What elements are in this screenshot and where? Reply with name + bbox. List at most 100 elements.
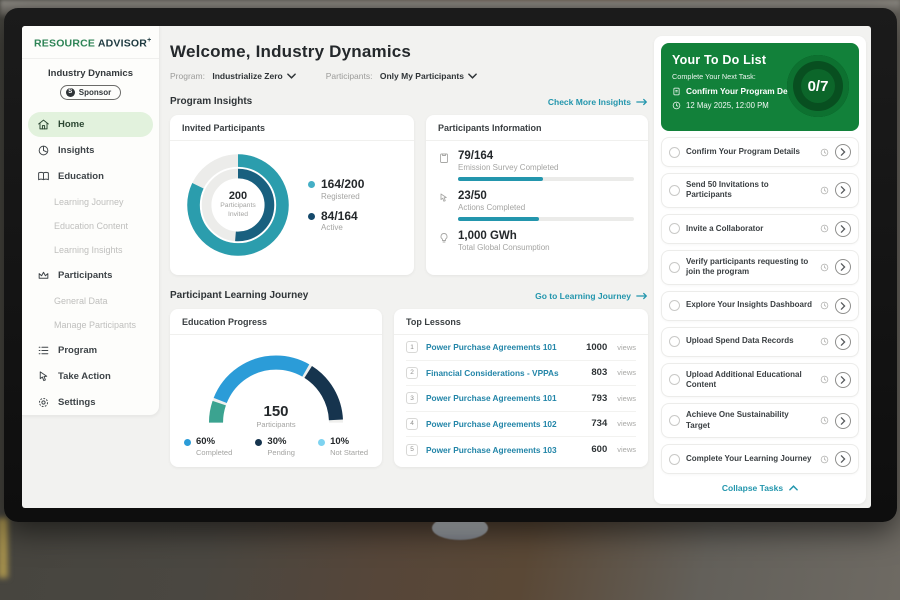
check-more-insights-link[interactable]: Check More Insights xyxy=(548,97,648,107)
chevron-down-icon xyxy=(287,73,296,79)
task-row[interactable]: Complete Your Learning Journey xyxy=(661,444,859,474)
task-checkbox[interactable] xyxy=(669,262,680,273)
sidebar-item-label: Participants xyxy=(58,270,112,281)
sidebar-item-settings[interactable]: Settings xyxy=(28,390,153,415)
registered-label: Registered xyxy=(321,192,364,201)
task-row[interactable]: Upload Additional Educational Content xyxy=(661,363,859,398)
lesson-title-link[interactable]: Power Purchase Agreements 101 xyxy=(426,342,578,352)
sidebar-item-label: Take Action xyxy=(58,371,111,382)
task-row[interactable]: Achieve One Sustainability Target xyxy=(661,403,859,438)
action-hand-icon xyxy=(438,192,450,204)
task-label: Complete Your Learning Journey xyxy=(686,454,814,464)
sidebar-item-label: Learning Journey xyxy=(54,197,124,207)
lesson-views: 734 xyxy=(591,418,607,429)
participants-information-card: Participants Information 79/164 Emission… xyxy=(426,115,648,275)
lesson-title-link[interactable]: Power Purchase Agreements 101 xyxy=(426,393,583,403)
card-title: Participants Information xyxy=(426,115,648,141)
task-row[interactable]: Send 50 Invitations to Participants xyxy=(661,173,859,208)
legend-not-started: 10% Not Started xyxy=(318,437,368,457)
sidebar-item-take-action[interactable]: Take Action xyxy=(28,364,153,389)
sidebar-item-label: General Data xyxy=(54,296,108,306)
legend-pending: 30% Pending xyxy=(255,437,295,457)
list-icon xyxy=(37,344,50,357)
todo-progress-ring: 0/7 xyxy=(787,55,849,117)
go-to-learning-journey-link[interactable]: Go to Learning Journey xyxy=(535,291,648,301)
lesson-title-link[interactable]: Financial Considerations - VPPAs xyxy=(426,368,583,378)
task-open-button[interactable] xyxy=(835,221,851,237)
insights-icon xyxy=(37,144,50,157)
sidebar: RESOURCE ADVISOR+ Industry Dynamics S Sp… xyxy=(22,26,160,416)
sponsor-badge[interactable]: S Sponsor xyxy=(60,85,121,100)
task-checkbox[interactable] xyxy=(669,336,680,347)
lesson-title-link[interactable]: Power Purchase Agreements 102 xyxy=(426,419,583,429)
chevron-right-icon xyxy=(840,455,846,463)
sidebar-item-manage-participants[interactable]: Manage Participants xyxy=(22,313,159,337)
task-checkbox[interactable] xyxy=(669,415,680,426)
task-checkbox[interactable] xyxy=(669,223,680,234)
sidebar-item-education[interactable]: Education xyxy=(28,164,153,189)
task-label: Invite a Collaborator xyxy=(686,224,814,234)
task-open-button[interactable] xyxy=(835,451,851,467)
task-open-button[interactable] xyxy=(835,144,851,160)
legend-dot xyxy=(308,181,315,188)
task-label: Verify participants requesting to join t… xyxy=(686,257,814,278)
sidebar-item-label: Manage Participants xyxy=(54,320,136,330)
program-filter-label: Program: xyxy=(170,71,205,81)
task-row[interactable]: Verify participants requesting to join t… xyxy=(661,250,859,285)
arrow-right-icon xyxy=(636,292,648,300)
clock-icon xyxy=(820,455,829,464)
card-title: Top Lessons xyxy=(394,309,648,335)
screen: RESOURCE ADVISOR+ Industry Dynamics S Sp… xyxy=(22,26,871,508)
sidebar-item-home[interactable]: Home xyxy=(28,112,153,137)
task-checkbox[interactable] xyxy=(669,185,680,196)
lesson-row[interactable]: 3 Power Purchase Agreements 101 793 view… xyxy=(406,386,636,412)
lesson-row[interactable]: 2 Financial Considerations - VPPAs 803 v… xyxy=(406,361,636,387)
clock-icon xyxy=(820,301,829,310)
sidebar-item-program[interactable]: Program xyxy=(28,338,153,363)
sidebar-item-label: Insights xyxy=(58,145,94,156)
filter-bar: Program: Industrialize Zero Participants… xyxy=(170,71,648,81)
arrow-right-icon xyxy=(636,98,648,106)
emission-survey-stat: 79/164 Emission Survey Completed xyxy=(438,150,634,181)
program-insights-heading: Program Insights xyxy=(170,96,252,107)
sidebar-item-participants[interactable]: Participants xyxy=(28,263,153,288)
sidebar-item-learning-journey[interactable]: Learning Journey xyxy=(22,190,159,214)
sidebar-item-education-content[interactable]: Education Content xyxy=(22,214,159,238)
todo-summary-card: Your To Do List Complete Your Next Task:… xyxy=(661,43,859,131)
task-open-button[interactable] xyxy=(835,372,851,388)
active-value: 84/164 xyxy=(321,210,358,223)
lesson-row[interactable]: 4 Power Purchase Agreements 102 734 view… xyxy=(406,412,636,438)
task-checkbox[interactable] xyxy=(669,374,680,385)
task-row[interactable]: Explore Your Insights Dashboard xyxy=(661,291,859,321)
task-row[interactable]: Invite a Collaborator xyxy=(661,214,859,244)
task-open-button[interactable] xyxy=(835,334,851,350)
task-checkbox[interactable] xyxy=(669,454,680,465)
sidebar-item-label: Settings xyxy=(58,397,95,408)
task-open-button[interactable] xyxy=(835,259,851,275)
lesson-row[interactable]: 5 Power Purchase Agreements 103 600 view… xyxy=(406,437,636,463)
program-filter[interactable]: Program: Industrialize Zero xyxy=(170,71,296,81)
org-name: Industry Dynamics xyxy=(22,68,159,79)
task-checkbox[interactable] xyxy=(669,147,680,158)
task-checkbox[interactable] xyxy=(669,300,680,311)
sidebar-item-general-data[interactable]: General Data xyxy=(22,289,159,313)
lesson-title-link[interactable]: Power Purchase Agreements 103 xyxy=(426,445,583,455)
task-row[interactable]: Upload Spend Data Records xyxy=(661,327,859,357)
sidebar-item-learning-insights[interactable]: Learning Insights xyxy=(22,238,159,262)
task-open-button[interactable] xyxy=(835,182,851,198)
sponsor-icon: S xyxy=(66,88,75,97)
stat-label: Total Global Consumption xyxy=(458,243,550,252)
sidebar-item-insights[interactable]: Insights xyxy=(28,138,153,163)
progress-bar xyxy=(458,217,634,221)
stat-label: Emission Survey Completed xyxy=(458,163,634,172)
participants-filter[interactable]: Participants: Only My Participants xyxy=(326,71,477,81)
lesson-row[interactable]: 1 Power Purchase Agreements 101 1000 vie… xyxy=(406,335,636,361)
task-open-button[interactable] xyxy=(835,298,851,314)
collapse-tasks-link[interactable]: Collapse Tasks xyxy=(661,483,859,493)
clipboard-icon xyxy=(438,152,450,164)
lesson-rank: 4 xyxy=(406,418,418,430)
registered-value: 164/200 xyxy=(321,178,364,191)
participants-icon xyxy=(37,269,50,282)
task-row[interactable]: Confirm Your Program Details xyxy=(661,137,859,167)
task-open-button[interactable] xyxy=(835,413,851,429)
